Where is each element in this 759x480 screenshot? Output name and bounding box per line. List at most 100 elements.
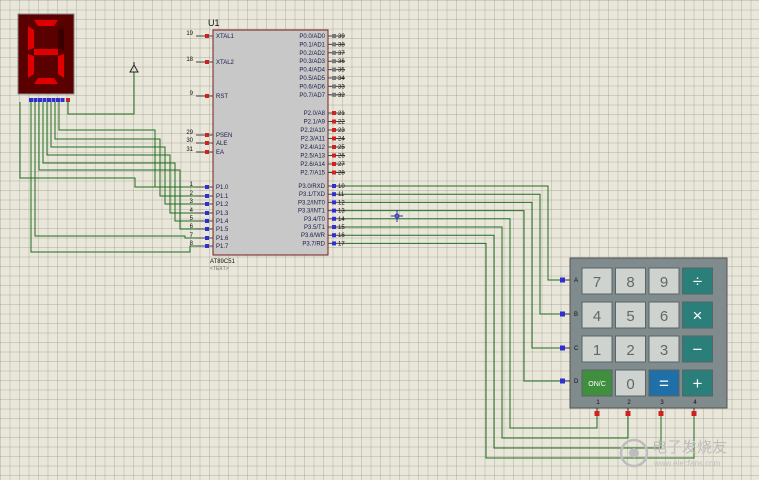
chip-pin-number: 35 bbox=[338, 68, 345, 74]
col-pin-marker bbox=[691, 411, 697, 416]
display-pin bbox=[47, 98, 51, 102]
key-13[interactable]: 0 bbox=[615, 369, 646, 397]
key-3[interactable]: ÷ bbox=[682, 267, 713, 295]
segment-d bbox=[34, 78, 58, 84]
chip-pin-marker bbox=[332, 128, 336, 132]
chip-pin-number: 19 bbox=[186, 31, 193, 37]
chip-pin-label: P3.6/WR bbox=[301, 233, 326, 239]
chip-pin-marker bbox=[205, 244, 209, 248]
wire bbox=[38, 102, 196, 230]
chip-pin-marker bbox=[332, 153, 336, 158]
chip-pin-number: 22 bbox=[338, 120, 345, 126]
key-label: 7 bbox=[593, 274, 601, 291]
key-15[interactable]: + bbox=[682, 369, 713, 397]
chip-pin-marker bbox=[332, 34, 336, 38]
wire bbox=[345, 218, 598, 429]
chip-pin-marker bbox=[332, 225, 336, 229]
key-14[interactable]: = bbox=[648, 369, 680, 397]
chip-pin-marker bbox=[332, 216, 336, 221]
chip-pin-label: P3.0/RXD bbox=[298, 184, 325, 190]
chip-pin-marker bbox=[205, 236, 209, 240]
chip-pin-marker bbox=[205, 194, 209, 198]
wire bbox=[345, 210, 562, 382]
chip-pin-label: P1.3 bbox=[216, 211, 229, 217]
chip-pin-number: 15 bbox=[338, 225, 345, 231]
row-pin-marker bbox=[560, 345, 565, 351]
chip-pin-number: 24 bbox=[338, 137, 345, 143]
chip-pin-marker bbox=[332, 162, 336, 166]
chip-pin-number: 30 bbox=[186, 138, 193, 144]
chip-pin-label: P0.4/AD4 bbox=[299, 68, 325, 74]
chip-pin-label: P3.3/INT1 bbox=[298, 209, 326, 215]
chip-pin-number: 21 bbox=[338, 111, 345, 117]
key-2[interactable]: 9 bbox=[648, 267, 680, 295]
chip-pin-marker bbox=[332, 76, 336, 80]
chip-name: AT89C51 bbox=[210, 259, 236, 265]
chip-pin-label: P0.6/AD6 bbox=[299, 84, 325, 90]
display-pin bbox=[51, 98, 56, 102]
chip-pin-label: P0.1/AD1 bbox=[299, 42, 325, 48]
chip-pin-marker bbox=[332, 50, 336, 55]
chip-pin-marker bbox=[332, 42, 336, 47]
key-8[interactable]: 1 bbox=[581, 335, 613, 363]
key-7[interactable]: × bbox=[682, 301, 713, 329]
key-11[interactable]: − bbox=[682, 335, 713, 363]
chip-pin-label: P1.2 bbox=[216, 202, 229, 208]
key-10[interactable]: 3 bbox=[648, 335, 680, 363]
key-label: − bbox=[693, 340, 703, 359]
keypad[interactable]: 7 8 9 ÷4 5 6 ×1 2 3 −ON/C 0 = + ABCD 1234 bbox=[560, 257, 728, 416]
chip-pin-marker bbox=[332, 192, 336, 197]
key-label: 9 bbox=[660, 274, 668, 291]
chip-pin-label: P2.1/A9 bbox=[304, 120, 326, 126]
chip-pin-marker bbox=[205, 219, 209, 223]
chip-pin-marker bbox=[332, 200, 336, 205]
key-5[interactable]: 5 bbox=[615, 301, 646, 329]
col-pin-marker bbox=[625, 411, 631, 416]
chip-pin-label: P0.2/AD2 bbox=[299, 51, 325, 57]
chip-pin-number: 18 bbox=[186, 57, 193, 63]
chip-pin-label: EA bbox=[216, 150, 224, 156]
chip-pin-number: 13 bbox=[338, 209, 345, 215]
chip-pin-label: P2.7/A15 bbox=[300, 171, 325, 177]
schematic-canvas[interactable]: U1 19 XTAL1 18 XTAL2 9 RST 29 PSEN 30 ALE 31 EA 1 P1.… bbox=[0, 0, 759, 480]
chip-pin-number: 26 bbox=[338, 154, 345, 160]
chip-pin-number: 31 bbox=[186, 147, 193, 153]
key-12[interactable]: ON/C bbox=[581, 369, 613, 397]
key-1[interactable]: 8 bbox=[615, 267, 646, 295]
seven-segment-display[interactable] bbox=[17, 13, 75, 102]
chip-pin-number: 12 bbox=[338, 200, 345, 206]
chip-pin-number: 36 bbox=[338, 59, 345, 65]
key-4[interactable]: 4 bbox=[581, 301, 613, 329]
chip-pin-number: 9 bbox=[190, 91, 194, 97]
chip-pin-marker bbox=[205, 94, 209, 98]
key-label: = bbox=[659, 374, 669, 393]
chip-pin-marker bbox=[332, 111, 336, 115]
row-pin-label: C bbox=[574, 346, 579, 352]
row-pin-marker bbox=[560, 311, 565, 317]
key-label: 5 bbox=[626, 308, 634, 325]
chip-pin-marker bbox=[332, 241, 336, 246]
key-label: ÷ bbox=[693, 272, 702, 291]
row-pin-marker bbox=[560, 277, 565, 283]
chip-pin-marker bbox=[205, 185, 209, 189]
ground-symbol bbox=[67, 62, 139, 115]
chip-pin-marker bbox=[205, 202, 209, 206]
chip-pin-label: P2.4/A12 bbox=[300, 145, 325, 151]
watermark-url: www.elecfans.com bbox=[653, 459, 721, 468]
wire bbox=[345, 185, 562, 281]
chip-pin-label: P3.2/INT0 bbox=[298, 200, 326, 206]
chip-pin-label: P3.5/T1 bbox=[304, 225, 326, 231]
col-pin-marker bbox=[658, 411, 664, 416]
key-9[interactable]: 2 bbox=[615, 335, 646, 363]
key-label: 4 bbox=[593, 308, 601, 325]
schematic-svg: U1 19 XTAL118 XTAL29 RST29 PSEN30 ALE31 EA1 P1.… bbox=[17, 13, 728, 468]
key-6[interactable]: 6 bbox=[648, 301, 680, 329]
chip-pin-marker bbox=[205, 150, 209, 154]
key-0[interactable]: 7 bbox=[581, 267, 613, 295]
segment-f bbox=[28, 26, 34, 50]
chip-pin-marker bbox=[332, 59, 336, 64]
microcontroller-u1[interactable]: U1 19 XTAL118 XTAL29 RST29 PSEN30 ALE31 EA1 P1.… bbox=[186, 18, 345, 272]
chip-pin-label: P1.1 bbox=[216, 194, 229, 200]
chip-pin-number: 27 bbox=[338, 162, 345, 168]
chip-pin-number: 28 bbox=[338, 171, 345, 177]
